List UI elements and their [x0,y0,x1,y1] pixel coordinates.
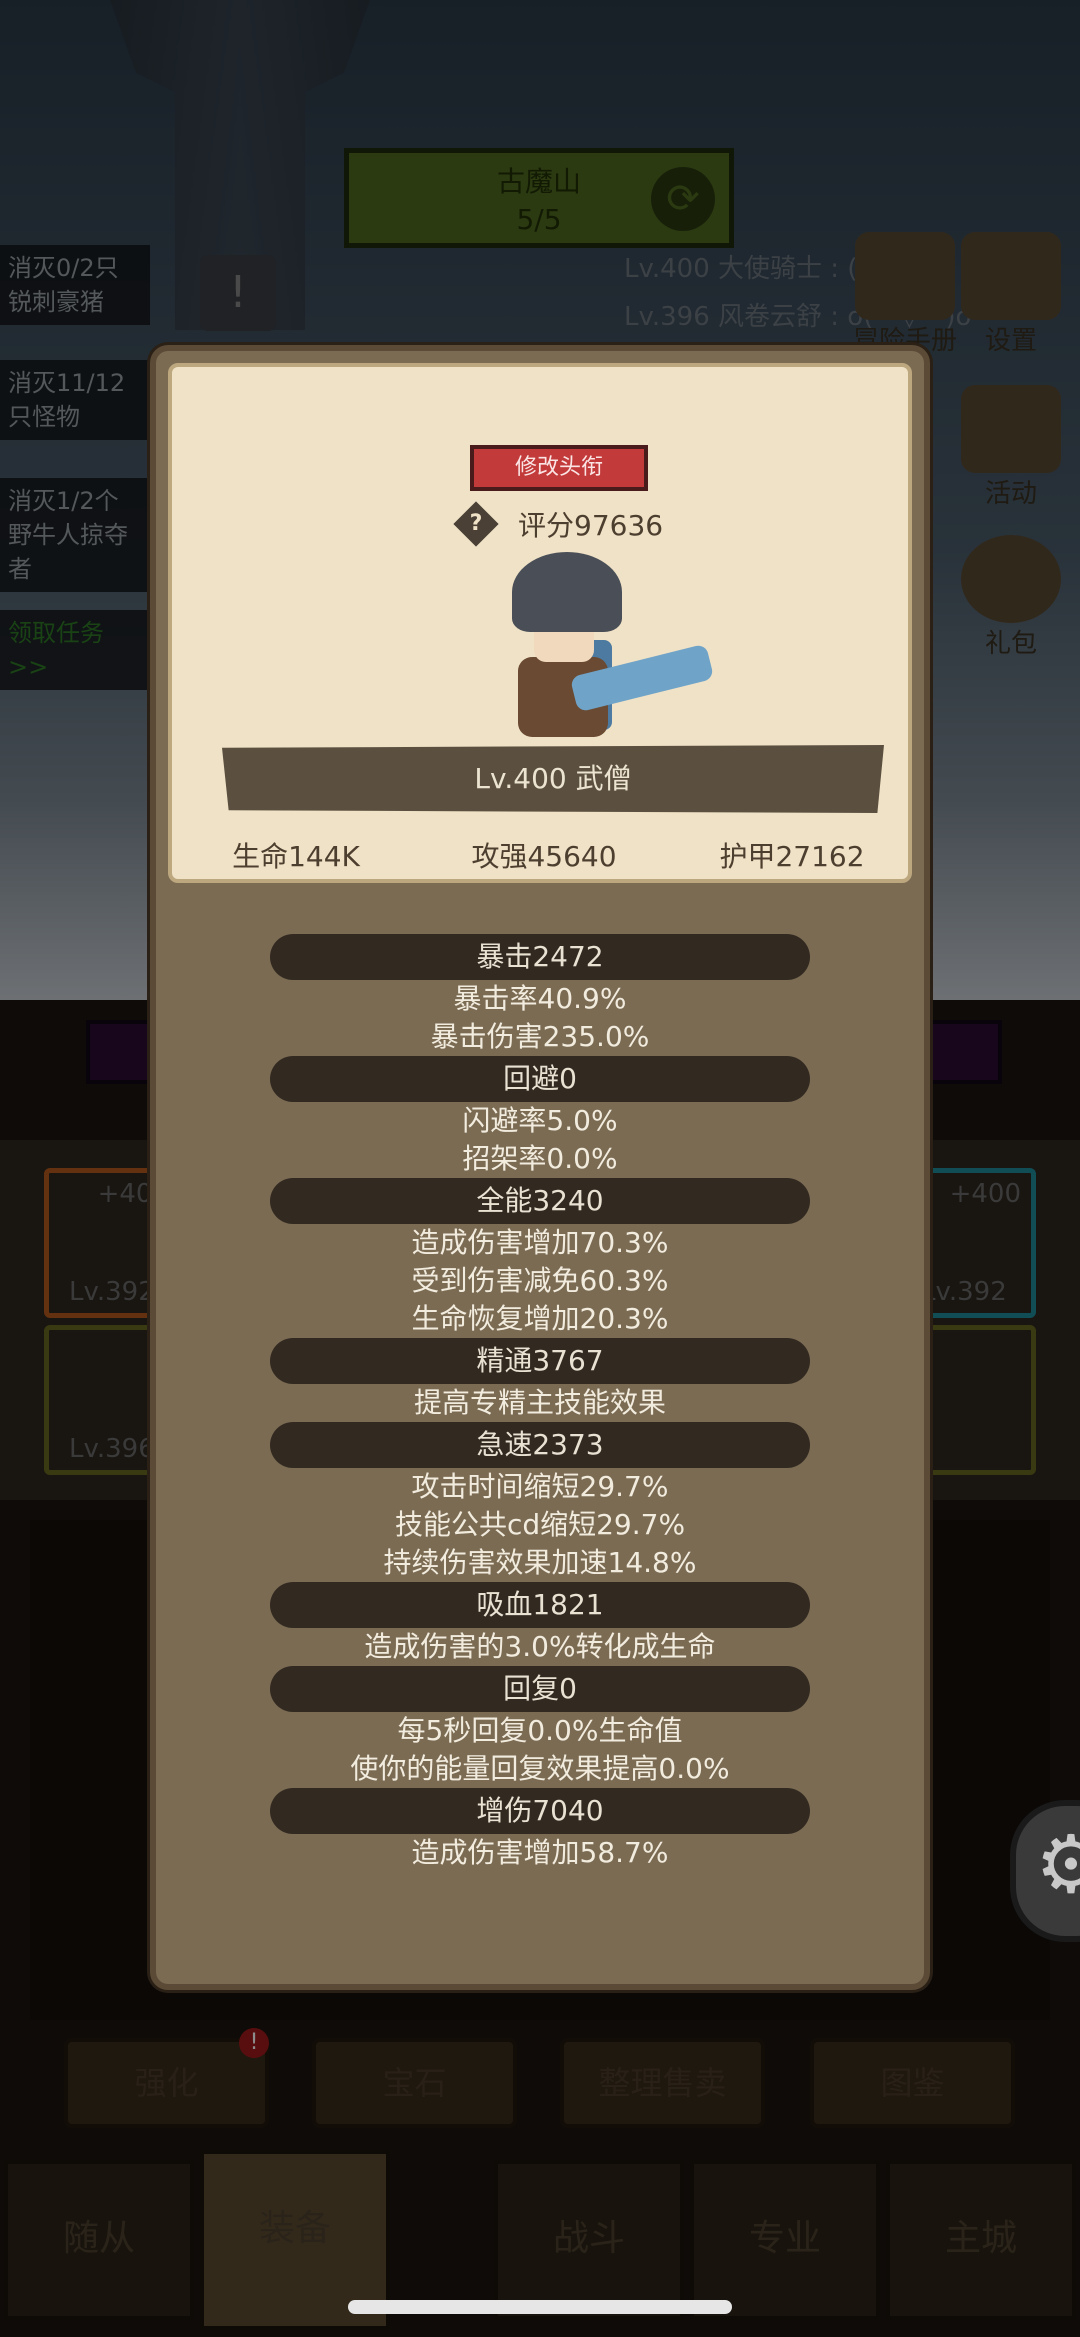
stat-header: 回复0 [270,1666,810,1712]
stat-detail: 造成伤害的3.0%转化成生命 [364,1630,716,1663]
stat-detail: 受到伤害减免60.3% [411,1264,669,1297]
stat-header: 暴击2472 [270,934,810,980]
attack-power-stat: 攻强45640 [471,840,617,873]
score-value: 评分97636 [518,509,664,542]
health-stat: 生命144K [232,840,360,873]
help-icon[interactable]: ? [453,501,499,547]
stat-detail: 暴击率40.9% [453,982,627,1015]
stat-detail: 使你的能量回复效果提高0.0% [350,1752,730,1785]
basic-stats: 生命144K 攻强45640 护甲27162 [172,835,916,875]
stat-list: 暴击2472 暴击率40.9% 暴击伤害235.0% 回避0 闪避率5.0% 招架率0.0… [156,934,924,1872]
stat-header: 回避0 [270,1056,810,1102]
character-card: 修改头衔 ? 评分97636 Lv.400 武僧 生命144K 攻强45640 … [168,363,912,883]
armor-stat: 护甲27162 [719,840,865,873]
change-title-button[interactable]: 修改头衔 [470,445,648,491]
score-row: ? 评分97636 [453,501,664,547]
stat-header: 精通3767 [270,1338,810,1384]
stat-detail: 造成伤害增加70.3% [411,1226,669,1259]
stat-detail: 持续伤害效果加速14.8% [383,1546,697,1579]
stat-detail: 闪避率5.0% [462,1104,618,1137]
character-avatar [472,552,715,752]
stat-detail: 技能公共cd缩短29.7% [394,1508,686,1541]
stat-detail: 每5秒回复0.0%生命值 [397,1714,683,1747]
stat-detail: 提高专精主技能效果 [413,1386,666,1419]
home-indicator [348,2300,732,2314]
character-stats-modal: 修改头衔 ? 评分97636 Lv.400 武僧 生命144K 攻强45640 … [150,345,930,1990]
stat-header: 急速2373 [270,1422,810,1468]
stat-header: 全能3240 [270,1178,810,1224]
stat-detail: 造成伤害增加58.7% [411,1836,669,1869]
stat-header: 增伤7040 [270,1788,810,1834]
stat-detail: 招架率0.0% [462,1142,618,1175]
level-class-banner: Lv.400 武僧 [222,745,884,813]
stat-detail: 攻击时间缩短29.7% [411,1470,669,1503]
stat-detail: 暴击伤害235.0% [430,1020,650,1053]
stat-detail: 生命恢复增加20.3% [411,1302,669,1335]
stat-header: 吸血1821 [270,1582,810,1628]
